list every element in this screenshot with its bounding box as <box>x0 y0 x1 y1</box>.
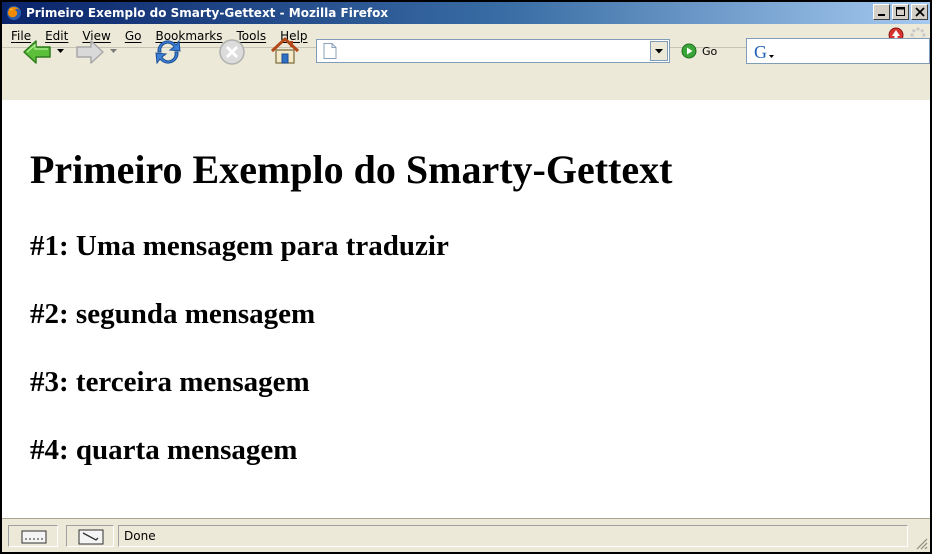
forward-dropdown-icon[interactable] <box>110 49 117 54</box>
go-button[interactable]: Go <box>681 43 717 59</box>
message-4: #4: quarta mensagem <box>30 434 298 466</box>
back-icon[interactable] <box>22 38 52 66</box>
address-bar[interactable] <box>316 39 670 63</box>
status-panel-popup[interactable] <box>66 525 114 547</box>
browser-window: Primeiro Exemplo do Smarty-Gettext - Moz… <box>0 0 932 554</box>
home-icon[interactable] <box>269 35 301 67</box>
resize-grip-icon[interactable] <box>914 536 928 550</box>
offline-icon <box>21 530 47 544</box>
status-panel-offline[interactable] <box>8 525 58 547</box>
popup-blocker-icon <box>78 529 104 545</box>
message-1: #1: Uma mensagem para traduzir <box>30 230 449 262</box>
status-panel-text <box>118 525 908 547</box>
navigation-toolbar: Go G <box>2 2 930 99</box>
search-input[interactable] <box>781 42 921 60</box>
status-bar: Done <box>2 518 930 552</box>
search-bar[interactable]: G <box>746 38 930 64</box>
status-text: Done <box>124 529 156 543</box>
go-label: Go <box>702 44 718 58</box>
message-3: #3: terceira mensagem <box>30 366 310 398</box>
page-heading: Primeiro Exemplo do Smarty-Gettext <box>30 147 673 192</box>
message-2: #2: segunda mensagem <box>30 298 316 330</box>
back-dropdown-icon[interactable] <box>57 49 64 54</box>
forward-icon[interactable] <box>75 38 105 66</box>
chevron-down-icon <box>655 48 663 53</box>
address-input[interactable] <box>343 42 643 60</box>
reload-icon[interactable] <box>152 36 184 68</box>
page-icon <box>323 43 337 59</box>
go-icon <box>681 43 697 59</box>
stop-icon[interactable] <box>218 38 246 66</box>
address-dropdown-button[interactable] <box>650 41 668 61</box>
svg-text:G: G <box>754 42 767 62</box>
page-content: Primeiro Exemplo do Smarty-Gettext #1: U… <box>2 100 930 520</box>
google-icon[interactable]: G <box>753 42 775 62</box>
